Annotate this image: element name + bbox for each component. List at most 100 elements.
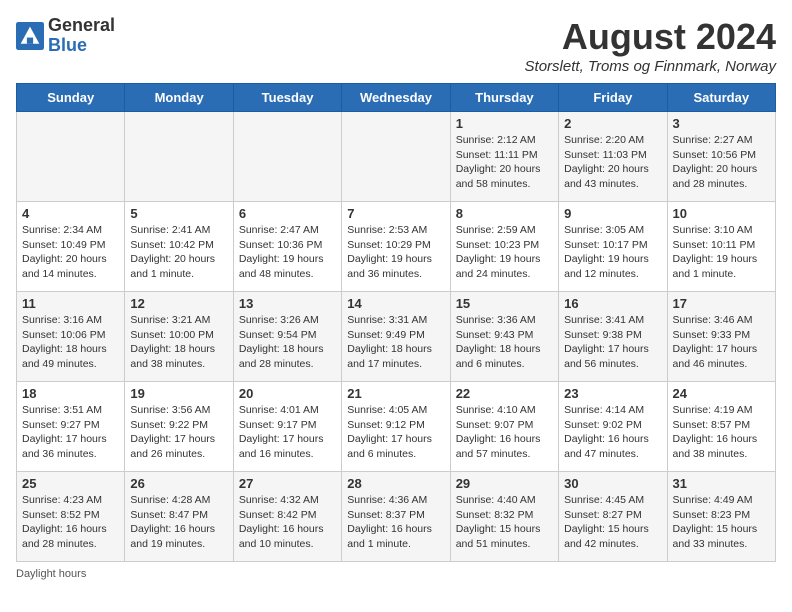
- weekday-header-thursday: Thursday: [450, 84, 558, 112]
- footer: Daylight hours: [16, 568, 776, 580]
- calendar-cell: 16 Sunrise: 3:41 AMSunset: 9:38 PMDayligh…: [559, 292, 667, 382]
- day-number: 24: [673, 386, 770, 401]
- month-year: August 2024: [525, 16, 776, 58]
- calendar-cell: 30 Sunrise: 4:45 AMSunset: 8:27 PMDayligh…: [559, 472, 667, 562]
- calendar-cell: 5Sunrise: 2:41 AMSunset: 10:42 PMDayligh…: [125, 202, 233, 292]
- day-number: 27: [239, 476, 336, 491]
- day-info: Sunrise: 4:49 AMSunset: 8:23 PMDaylight:…: [673, 493, 770, 552]
- page-header: General Blue August 2024 Storslett, Trom…: [16, 16, 776, 75]
- day-info: Sunrise: 4:19 AMSunset: 8:57 PMDaylight:…: [673, 403, 770, 462]
- day-info: Sunrise: 4:01 AMSunset: 9:17 PMDaylight:…: [239, 403, 336, 462]
- calendar-cell: [342, 112, 450, 202]
- calendar-cell: 12 Sunrise: 3:21 AMSunset: 10:00 PMDaylig…: [125, 292, 233, 382]
- calendar-cell: 25Sunrise: 4:23 AMSunset: 8:52 PMDayligh…: [17, 472, 125, 562]
- day-number: 7: [347, 206, 444, 221]
- day-info: Sunrise: 4:28 AMSunset: 8:47 PMDaylight:…: [130, 493, 227, 552]
- calendar-cell: 11Sunrise: 3:16 AMSunset: 10:06 PMDaylig…: [17, 292, 125, 382]
- calendar-cell: 29Sunrise: 4:40 AMSunset: 8:32 PMDayligh…: [450, 472, 558, 562]
- title-area: August 2024 Storslett, Troms og Finnmark…: [525, 16, 776, 75]
- calendar-cell: 22Sunrise: 4:10 AMSunset: 9:07 PMDayligh…: [450, 382, 558, 472]
- day-info: Sunrise: 4:05 AMSunset: 9:12 PMDaylight:…: [347, 403, 444, 462]
- calendar-cell: 1Sunrise: 2:12 AMSunset: 11:11 PMDayligh…: [450, 112, 558, 202]
- day-number: 13: [239, 296, 336, 311]
- day-info: Sunrise: 4:45 AMSunset: 8:27 PMDaylight:…: [564, 493, 661, 552]
- day-number: 1: [456, 116, 553, 131]
- calendar-table: SundayMondayTuesdayWednesdayThursdayFrid…: [16, 83, 776, 562]
- calendar-cell: 26 Sunrise: 4:28 AMSunset: 8:47 PMDayligh…: [125, 472, 233, 562]
- day-number: 16: [564, 296, 661, 311]
- day-number: 14: [347, 296, 444, 311]
- weekday-header-monday: Monday: [125, 84, 233, 112]
- day-info: Sunrise: 3:21 AMSunset: 10:00 PMDaylight…: [130, 313, 227, 372]
- calendar-cell: 8 Sunrise: 2:59 AMSunset: 10:23 PMDayligh…: [450, 202, 558, 292]
- day-number: 17: [673, 296, 770, 311]
- day-number: 26: [130, 476, 227, 491]
- calendar-cell: 14 Sunrise: 3:31 AMSunset: 9:49 PMDayligh…: [342, 292, 450, 382]
- calendar-cell: 21 Sunrise: 4:05 AMSunset: 9:12 PMDayligh…: [342, 382, 450, 472]
- day-number: 4: [22, 206, 119, 221]
- day-info: Sunrise: 3:05 AMSunset: 10:17 PMDaylight…: [564, 223, 661, 282]
- daylight-label: Daylight hours: [16, 568, 86, 580]
- day-number: 21: [347, 386, 444, 401]
- calendar-cell: 7 Sunrise: 2:53 AMSunset: 10:29 PMDayligh…: [342, 202, 450, 292]
- calendar-cell: 23Sunrise: 4:14 AMSunset: 9:02 PMDayligh…: [559, 382, 667, 472]
- calendar-cell: 17Sunrise: 3:46 AMSunset: 9:33 PMDayligh…: [667, 292, 775, 382]
- calendar-cell: 18 Sunrise: 3:51 AMSunset: 9:27 PMDayligh…: [17, 382, 125, 472]
- day-number: 18: [22, 386, 119, 401]
- calendar-cell: 28Sunrise: 4:36 AMSunset: 8:37 PMDayligh…: [342, 472, 450, 562]
- day-info: Sunrise: 2:27 AMSunset: 10:56 PMDaylight…: [673, 133, 770, 192]
- day-info: Sunrise: 3:56 AMSunset: 9:22 PMDaylight:…: [130, 403, 227, 462]
- calendar-cell: 2 Sunrise: 2:20 AMSunset: 11:03 PMDayligh…: [559, 112, 667, 202]
- week-row-1: 1Sunrise: 2:12 AMSunset: 11:11 PMDayligh…: [17, 112, 776, 202]
- calendar-cell: [233, 112, 341, 202]
- day-number: 19: [130, 386, 227, 401]
- weekday-header-sunday: Sunday: [17, 84, 125, 112]
- location: Storslett, Troms og Finnmark, Norway: [525, 58, 776, 75]
- day-info: Sunrise: 4:36 AMSunset: 8:37 PMDaylight:…: [347, 493, 444, 552]
- day-number: 30: [564, 476, 661, 491]
- week-row-4: 18 Sunrise: 3:51 AMSunset: 9:27 PMDayligh…: [17, 382, 776, 472]
- day-number: 3: [673, 116, 770, 131]
- day-info: Sunrise: 2:34 AMSunset: 10:49 PMDaylight…: [22, 223, 119, 282]
- day-number: 8: [456, 206, 553, 221]
- day-number: 15: [456, 296, 553, 311]
- calendar-cell: [17, 112, 125, 202]
- logo-icon: [16, 22, 44, 50]
- day-number: 22: [456, 386, 553, 401]
- calendar-cell: 15 Sunrise: 3:36 AMSunset: 9:43 PMDayligh…: [450, 292, 558, 382]
- day-number: 23: [564, 386, 661, 401]
- day-info: Sunrise: 4:32 AMSunset: 8:42 PMDaylight:…: [239, 493, 336, 552]
- day-info: Sunrise: 3:36 AMSunset: 9:43 PMDaylight:…: [456, 313, 553, 372]
- calendar-cell: 19 Sunrise: 3:56 AMSunset: 9:22 PMDayligh…: [125, 382, 233, 472]
- day-info: Sunrise: 3:26 AMSunset: 9:54 PMDaylight:…: [239, 313, 336, 372]
- logo-text: General Blue: [48, 16, 115, 56]
- calendar-cell: 3 Sunrise: 2:27 AMSunset: 10:56 PMDayligh…: [667, 112, 775, 202]
- day-info: Sunrise: 3:10 AMSunset: 10:11 PMDaylight…: [673, 223, 770, 282]
- day-number: 10: [673, 206, 770, 221]
- day-info: Sunrise: 3:16 AMSunset: 10:06 PMDaylight…: [22, 313, 119, 372]
- day-info: Sunrise: 3:41 AMSunset: 9:38 PMDaylight:…: [564, 313, 661, 372]
- calendar-cell: 27 Sunrise: 4:32 AMSunset: 8:42 PMDayligh…: [233, 472, 341, 562]
- day-info: Sunrise: 2:53 AMSunset: 10:29 PMDaylight…: [347, 223, 444, 282]
- day-number: 2: [564, 116, 661, 131]
- day-info: Sunrise: 2:59 AMSunset: 10:23 PMDaylight…: [456, 223, 553, 282]
- day-number: 6: [239, 206, 336, 221]
- weekday-header-friday: Friday: [559, 84, 667, 112]
- day-info: Sunrise: 2:47 AMSunset: 10:36 PMDaylight…: [239, 223, 336, 282]
- calendar-cell: 6 Sunrise: 2:47 AMSunset: 10:36 PMDayligh…: [233, 202, 341, 292]
- week-row-2: 4 Sunrise: 2:34 AMSunset: 10:49 PMDayligh…: [17, 202, 776, 292]
- day-info: Sunrise: 3:31 AMSunset: 9:49 PMDaylight:…: [347, 313, 444, 372]
- day-number: 31: [673, 476, 770, 491]
- week-row-5: 25Sunrise: 4:23 AMSunset: 8:52 PMDayligh…: [17, 472, 776, 562]
- day-number: 12: [130, 296, 227, 311]
- logo: General Blue: [16, 16, 115, 56]
- weekday-header-tuesday: Tuesday: [233, 84, 341, 112]
- calendar-cell: 13 Sunrise: 3:26 AMSunset: 9:54 PMDayligh…: [233, 292, 341, 382]
- day-number: 9: [564, 206, 661, 221]
- calendar-cell: 4 Sunrise: 2:34 AMSunset: 10:49 PMDayligh…: [17, 202, 125, 292]
- weekday-header-wednesday: Wednesday: [342, 84, 450, 112]
- day-info: Sunrise: 3:51 AMSunset: 9:27 PMDaylight:…: [22, 403, 119, 462]
- day-info: Sunrise: 2:20 AMSunset: 11:03 PMDaylight…: [564, 133, 661, 192]
- calendar-cell: 10 Sunrise: 3:10 AMSunset: 10:11 PMDaylig…: [667, 202, 775, 292]
- logo-blue: Blue: [48, 35, 87, 55]
